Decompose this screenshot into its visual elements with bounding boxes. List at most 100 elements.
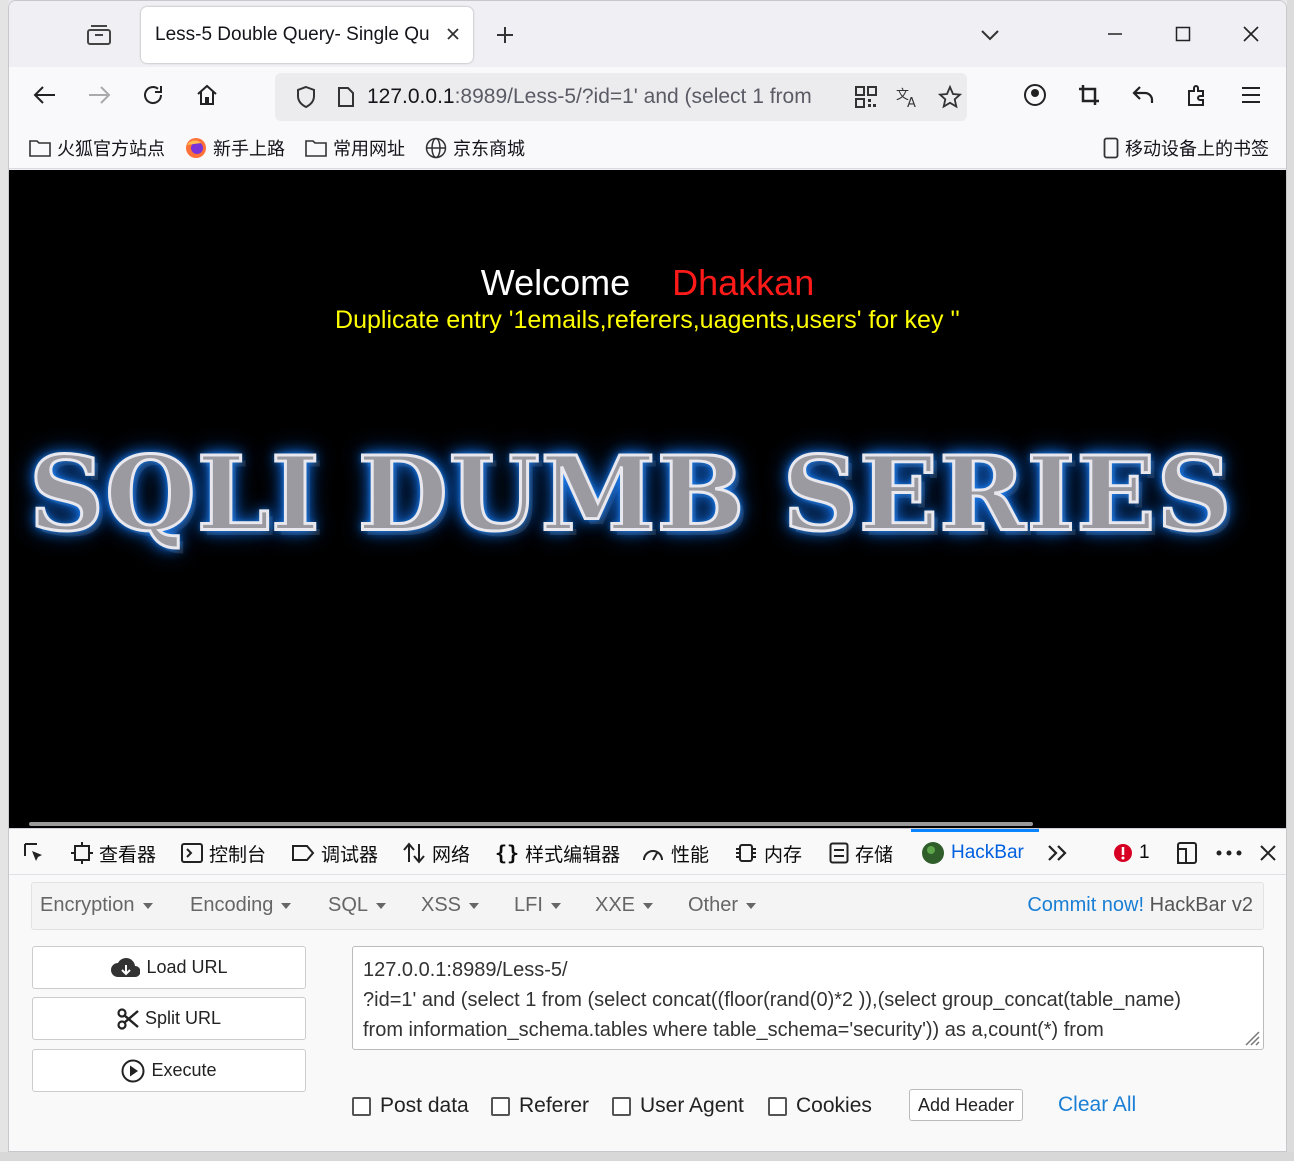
clear-all-link[interactable]: Clear All [1058, 1093, 1136, 1117]
close-window-icon[interactable] [1231, 15, 1271, 53]
debugger-icon [292, 845, 315, 861]
split-url-button[interactable]: Split URL [32, 997, 306, 1040]
scissors-icon [117, 1007, 139, 1030]
bookmarks-toolbar: 火狐官方站点 新手上路 常用网址 京东商城 移动设备上的书签 [9, 127, 1286, 169]
reload-icon[interactable] [135, 77, 171, 113]
active-tab[interactable]: Less-5 Double Query- Single Qu [141, 7, 473, 63]
console-icon [181, 843, 203, 863]
new-tab-icon[interactable] [489, 21, 521, 49]
more-tabs-icon[interactable] [1043, 839, 1073, 867]
user-name: Dhakkan [672, 262, 815, 303]
load-url-button[interactable]: Load URL [32, 946, 306, 989]
tab-style-editor[interactable]: {} 样式编辑器 [495, 839, 620, 867]
error-count-badge[interactable]: 1 [1113, 839, 1150, 867]
folder-icon [29, 140, 51, 157]
sqli-banner-logo: SQLI DUMB SERIES [28, 432, 1234, 555]
cookies-checkbox[interactable]: Cookies [768, 1094, 872, 1118]
menu-sql[interactable]: SQL [328, 894, 387, 917]
checkbox[interactable] [491, 1096, 510, 1116]
background-bottom [0, 1152, 1294, 1161]
active-tab-indicator [911, 829, 1039, 832]
account-icon[interactable] [1017, 77, 1053, 113]
mobile-icon [1103, 137, 1119, 159]
resize-handle-icon [1245, 1031, 1260, 1046]
welcome-text: Welcome [480, 262, 631, 303]
bookmark-star-icon[interactable] [935, 82, 965, 112]
error-icon [1114, 844, 1132, 862]
referer-checkbox[interactable]: Referer [491, 1094, 589, 1118]
bookmark-item[interactable]: 火狐官方站点 [29, 135, 165, 161]
add-header-button[interactable]: Add Header [909, 1089, 1023, 1121]
responsive-design-icon[interactable] [1172, 839, 1202, 867]
memory-icon [736, 844, 756, 862]
undo-icon[interactable] [1125, 77, 1161, 113]
bookmark-item[interactable]: 常用网址 [305, 135, 405, 161]
horizontal-scrollbar[interactable] [29, 822, 1033, 826]
tab-hackbar[interactable]: HackBar [921, 839, 1024, 867]
checkbox[interactable] [768, 1096, 787, 1116]
maximize-icon[interactable] [1163, 15, 1203, 53]
url-bar[interactable]: 127.0.0.1:8989/Less-5/?id=1' and (select… [275, 73, 967, 121]
extensions-icon[interactable] [1179, 77, 1215, 113]
svg-text:A: A [907, 96, 916, 109]
nav-bar: 127.0.0.1:8989/Less-5/?id=1' and (select… [9, 67, 1286, 127]
post-data-checkbox[interactable]: Post data [352, 1094, 469, 1118]
braces-icon: {} [495, 841, 520, 865]
inspector-icon [71, 842, 93, 864]
element-picker-icon[interactable] [19, 839, 49, 867]
menu-encryption[interactable]: Encryption [40, 894, 153, 917]
firefox-icon [186, 138, 206, 158]
globe-icon [425, 137, 447, 159]
tab-performance[interactable]: 性能 [641, 839, 709, 867]
chevron-down-icon[interactable] [974, 21, 1006, 49]
back-icon[interactable] [27, 77, 63, 113]
storage-icon [829, 842, 849, 864]
bookmark-item[interactable]: 新手上路 [185, 135, 285, 161]
checkbox[interactable] [612, 1096, 631, 1116]
background-left [0, 0, 8, 1161]
translate-icon[interactable]: 文A [893, 82, 923, 112]
play-icon [121, 1059, 145, 1082]
home-icon[interactable] [189, 77, 225, 113]
devtools-toolbar: 查看器 控制台 调试器 网络 {} 样式编辑器 性能 内存 存储 HackBar… [9, 829, 1286, 875]
cloud-download-icon [111, 957, 141, 977]
menu-lfi[interactable]: LFI [514, 894, 561, 917]
tab-title: Less-5 Double Query- Single Qu [155, 24, 430, 45]
welcome-line: Welcome Dhakkan [9, 262, 1286, 304]
background-right [1287, 0, 1294, 1161]
minimize-icon[interactable] [1095, 15, 1135, 53]
menu-icon[interactable] [1233, 77, 1269, 113]
tab-console[interactable]: 控制台 [181, 839, 266, 867]
menu-xss[interactable]: XSS [421, 894, 480, 917]
forward-icon[interactable] [81, 77, 117, 113]
browser-window: Less-5 Double Query- Single Qu 127.0.0.1… [8, 0, 1287, 1152]
close-tab-icon[interactable] [443, 24, 463, 44]
menu-encoding[interactable]: Encoding [190, 894, 292, 917]
close-devtools-icon[interactable] [1253, 839, 1283, 867]
mobile-bookmarks[interactable]: 移动设备上的书签 [1103, 135, 1269, 161]
commit-link[interactable]: Commit now! HackBar v2 [1027, 894, 1253, 917]
tab-storage[interactable]: 存储 [829, 839, 893, 867]
qr-code-icon[interactable] [851, 82, 881, 112]
devtools-panel: 查看器 控制台 调试器 网络 {} 样式编辑器 性能 内存 存储 HackBar… [9, 828, 1286, 1151]
execute-button[interactable]: Execute [32, 1049, 306, 1092]
menu-other[interactable]: Other [688, 894, 757, 917]
url-textarea[interactable]: 127.0.0.1:8989/Less-5/ ?id=1' and (selec… [352, 946, 1264, 1050]
tab-inspector[interactable]: 查看器 [71, 839, 156, 867]
tab-strip: Less-5 Double Query- Single Qu [9, 1, 1286, 67]
url-text[interactable]: 127.0.0.1:8989/Less-5/?id=1' and (select… [367, 85, 837, 109]
page-content: Welcome Dhakkan Duplicate entry '1emails,… [9, 170, 1286, 828]
tab-debugger[interactable]: 调试器 [291, 839, 378, 867]
checkbox[interactable] [352, 1096, 371, 1116]
tab-memory[interactable]: 内存 [734, 839, 802, 867]
menu-xxe[interactable]: XXE [595, 894, 654, 917]
bookmark-item[interactable]: 京东商城 [425, 135, 525, 161]
page-icon[interactable] [331, 82, 361, 112]
screenshot-crop-icon[interactable] [1071, 77, 1107, 113]
tab-list-icon[interactable] [83, 21, 115, 49]
shield-icon[interactable] [291, 82, 321, 112]
more-options-icon[interactable] [1214, 839, 1244, 867]
user-agent-checkbox[interactable]: User Agent [612, 1094, 744, 1118]
hackbar-logo-icon [922, 842, 944, 864]
tab-network[interactable]: 网络 [402, 839, 470, 867]
